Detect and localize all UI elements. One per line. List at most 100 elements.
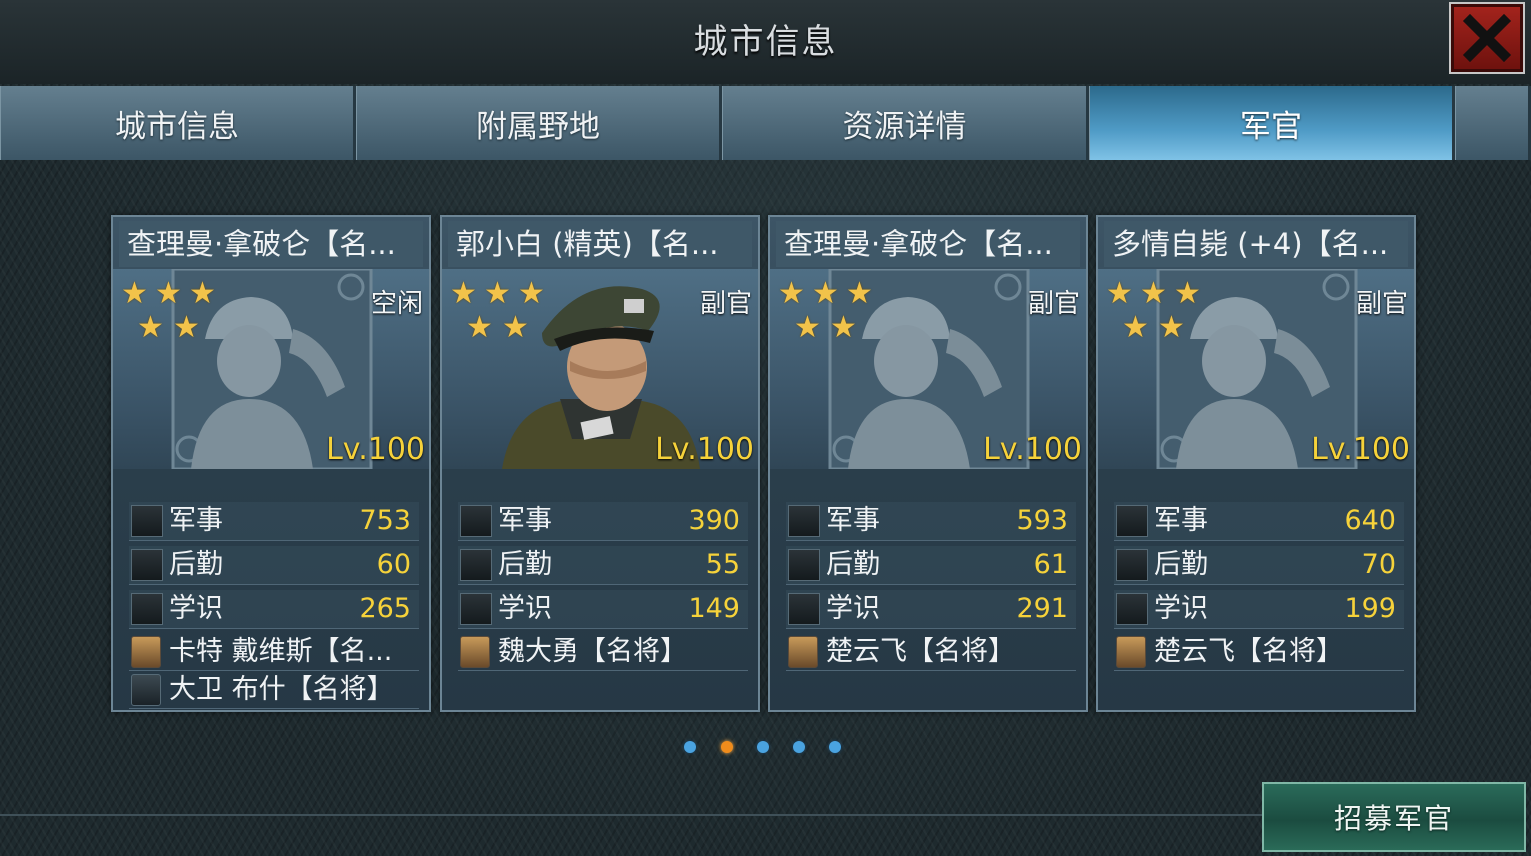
officer-status: 副官 — [1355, 289, 1408, 319]
officer-portrait: ★ ★ ★ ★ ★ 副官 Lv.100 — [442, 269, 758, 469]
recruit-button-label: 招募军官 — [1333, 802, 1454, 835]
officer-card[interactable]: 查理曼·拿破仑【名... ★ ★ ★ ★ ★ 副官 Lv.100 军事 593 后勤 61 学识 291 楚… — [768, 215, 1088, 712]
tab-label: 资源详情 — [842, 108, 967, 145]
stat-row: 军事 753 — [129, 502, 419, 541]
stat-label: 后勤 — [1154, 549, 1208, 580]
officer-avatar-icon — [131, 636, 161, 668]
officer-portrait: ★ ★ ★ ★ ★ 空闲 Lv.100 — [113, 269, 429, 469]
stat-value: 390 — [688, 505, 740, 536]
knowledge-icon — [788, 593, 820, 625]
star-icon: ★ — [155, 276, 182, 311]
stat-row: 学识 199 — [1114, 590, 1404, 629]
stat-row: 军事 593 — [786, 502, 1076, 541]
assigned-officer[interactable]: 楚云飞【名将】 — [786, 634, 1076, 671]
recruit-officer-button[interactable]: 招募军官 — [1262, 782, 1526, 852]
tab-label: 军官 — [1240, 108, 1302, 145]
star-icon: ★ — [484, 276, 511, 311]
stat-value: 55 — [705, 549, 740, 580]
stat-value: 291 — [1016, 593, 1068, 624]
officer-portrait: ★ ★ ★ ★ ★ 副官 Lv.100 — [770, 269, 1086, 469]
officer-status: 副官 — [1027, 289, 1080, 319]
tab-attached-wilds[interactable]: 附属野地 — [356, 86, 722, 160]
star-icon: ★ — [794, 310, 821, 345]
assigned-officer-name: 魏大勇【名将】 — [498, 636, 687, 667]
star-icon: ★ — [1140, 276, 1167, 311]
military-icon — [131, 505, 163, 537]
officer-card[interactable]: 郭小白 (精英)【名... ★ ★ ★ ★ ★ 副官 Lv.100 军事 390 后勤 55 学识 149… — [440, 215, 760, 712]
logistics-icon — [788, 549, 820, 581]
assigned-officer[interactable]: 魏大勇【名将】 — [458, 634, 748, 671]
knowledge-icon — [131, 593, 163, 625]
stat-label: 后勤 — [498, 549, 552, 580]
officer-avatar-icon — [460, 636, 490, 668]
tab-label: 城市信息 — [115, 108, 239, 145]
assigned-officer-name: 大卫 布什【名将】 — [169, 674, 394, 705]
knowledge-icon — [460, 593, 492, 625]
page-dot[interactable] — [793, 741, 805, 753]
star-icon: ★ — [189, 276, 216, 311]
assigned-officer-name: 卡特 戴维斯【名... — [169, 636, 393, 667]
star-icon: ★ — [137, 310, 164, 345]
officer-name: 查理曼·拿破仑【名... — [119, 221, 423, 267]
page-dot-active[interactable] — [721, 741, 733, 753]
star-icon: ★ — [846, 276, 873, 311]
assigned-officer[interactable]: 卡特 戴维斯【名... — [129, 634, 419, 671]
stat-row: 后勤 60 — [129, 546, 419, 585]
stat-value: 753 — [359, 505, 411, 536]
assigned-officer[interactable]: 大卫 布什【名将】 — [129, 672, 419, 709]
stat-label: 军事 — [1154, 505, 1208, 536]
stat-label: 军事 — [498, 505, 552, 536]
officer-name: 多情自毙 (+4)【名... — [1104, 221, 1408, 267]
officer-status: 空闲 — [370, 289, 423, 319]
window-title: 城市信息 — [693, 22, 838, 62]
officer-name: 郭小白 (精英)【名... — [448, 221, 752, 267]
officer-portrait: ★ ★ ★ ★ ★ 副官 Lv.100 — [1098, 269, 1414, 469]
page-dot[interactable] — [684, 741, 696, 753]
assigned-officer[interactable]: 楚云飞【名将】 — [1114, 634, 1404, 671]
assigned-officer-name: 楚云飞【名将】 — [1154, 636, 1343, 667]
star-icon: ★ — [1106, 276, 1133, 311]
officer-card[interactable]: 查理曼·拿破仑【名... ★ ★ ★ ★ ★ 空闲 Lv.100 军事 753 后勤 60 学识 265 卡… — [111, 215, 431, 712]
military-icon — [788, 505, 820, 537]
divider — [0, 814, 1262, 816]
stat-value: 265 — [359, 593, 411, 624]
stat-row: 后勤 70 — [1114, 546, 1404, 585]
officer-level: Lv.100 — [983, 432, 1082, 467]
star-icon: ★ — [502, 310, 529, 345]
star-icon: ★ — [121, 276, 148, 311]
logistics-icon — [131, 549, 163, 581]
logistics-icon — [460, 549, 492, 581]
logistics-icon — [1116, 549, 1148, 581]
stat-value: 593 — [1016, 505, 1068, 536]
officer-avatar-icon — [788, 636, 818, 668]
tab-resource-details[interactable]: 资源详情 — [722, 86, 1089, 160]
rank-stars: ★ ★ ★ ★ ★ — [778, 279, 888, 349]
officer-level: Lv.100 — [655, 432, 754, 467]
officer-level: Lv.100 — [326, 432, 425, 467]
star-icon: ★ — [812, 276, 839, 311]
stat-value: 70 — [1361, 549, 1396, 580]
stat-label: 学识 — [826, 593, 880, 624]
knowledge-icon — [1116, 593, 1148, 625]
officer-card[interactable]: 多情自毙 (+4)【名... ★ ★ ★ ★ ★ 副官 Lv.100 军事 640 后勤 70 学识 19… — [1096, 215, 1416, 712]
stat-value: 640 — [1344, 505, 1396, 536]
star-icon: ★ — [1158, 310, 1185, 345]
star-icon: ★ — [1122, 310, 1149, 345]
officer-avatar-icon — [1116, 636, 1146, 668]
stat-label: 后勤 — [826, 549, 880, 580]
page-dot[interactable] — [757, 741, 769, 753]
page-dot[interactable] — [829, 741, 841, 753]
tab-label: 附属野地 — [476, 108, 600, 145]
stat-row: 学识 265 — [129, 590, 419, 629]
stat-row: 军事 640 — [1114, 502, 1404, 541]
military-icon — [460, 505, 492, 537]
tab-city-info[interactable]: 城市信息 — [0, 86, 356, 160]
stat-row: 学识 291 — [786, 590, 1076, 629]
close-button[interactable] — [1449, 2, 1525, 74]
tab-more — [1455, 86, 1531, 160]
stat-value: 60 — [376, 549, 411, 580]
tab-officers[interactable]: 军官 — [1089, 86, 1455, 160]
rank-stars: ★ ★ ★ ★ ★ — [450, 279, 560, 349]
stat-label: 学识 — [498, 593, 552, 624]
stat-row: 军事 390 — [458, 502, 748, 541]
